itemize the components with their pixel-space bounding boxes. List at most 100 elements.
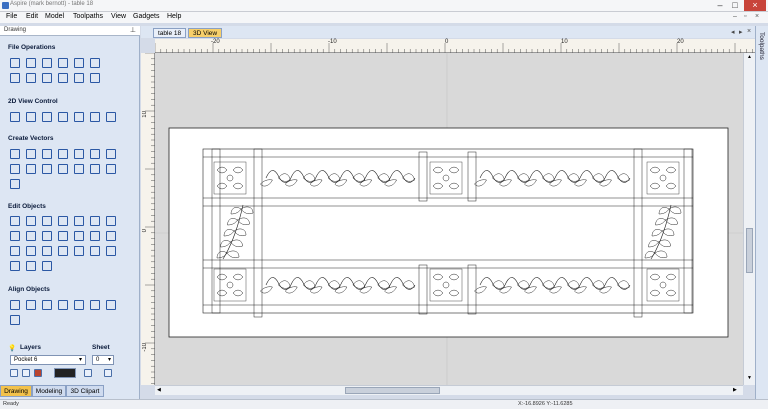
spread-horizontal-icon[interactable] [106,300,116,310]
tab-scroll-left-icon[interactable]: ◂ [731,28,735,36]
close-button[interactable]: × [744,0,766,11]
select-icon[interactable] [10,216,20,226]
copy-icon[interactable] [42,73,52,83]
fillet-icon[interactable] [90,164,100,174]
zoom-selected-icon[interactable] [58,112,68,122]
group-icon[interactable] [106,216,116,226]
layer-manager-icon[interactable] [84,369,92,377]
draw-ellipse-icon[interactable] [26,149,36,159]
minimize-button[interactable]: – [713,0,727,11]
draw-line-icon[interactable] [10,179,20,189]
subtract-icon[interactable] [74,231,84,241]
copy-along-icon[interactable] [26,246,36,256]
align-bottom-icon[interactable] [90,300,100,310]
mirror-vector-icon[interactable] [26,261,36,271]
menu-view[interactable]: View [111,13,126,20]
array-icon[interactable] [42,246,52,256]
scroll-right-icon[interactable]: ▶ [733,387,737,393]
cut-at-icon[interactable] [106,246,116,256]
pin-icon[interactable]: ⊥ [130,26,136,34]
layer-dropdown[interactable]: Pocket 6 ▾ [10,355,86,365]
vertical-scrollbar[interactable]: ▲ ▼ [743,53,755,385]
tab-close-icon[interactable]: × [747,28,751,35]
vertical-scroll-thumb[interactable] [746,228,753,273]
menu-toolpaths[interactable]: Toolpaths [73,13,103,20]
draw-arc-icon[interactable] [90,149,100,159]
draw-curve-icon[interactable] [58,149,68,159]
inlay-icon[interactable] [106,164,116,174]
scroll-up-icon[interactable]: ▲ [747,54,752,60]
tab-3d-clipart[interactable]: 3D Clipart [66,385,104,397]
ungroup-icon[interactable] [10,231,20,241]
tab-modeling[interactable]: Modeling [32,385,66,397]
layer-color-icon[interactable] [34,369,42,377]
menu-edit[interactable]: Edit [26,13,38,20]
cut-icon[interactable] [26,73,36,83]
offset-icon[interactable] [42,231,52,241]
weld-close-icon[interactable] [58,246,68,256]
spread-vertical-icon[interactable] [10,315,20,325]
undo-icon[interactable] [74,73,84,83]
toolpaths-tab[interactable]: Toolpaths [758,32,765,60]
layer-visibility-icon[interactable] [10,369,18,377]
dimension-icon[interactable] [74,164,84,174]
tab-scroll-right-icon[interactable]: ▸ [739,28,743,36]
scroll-left-icon[interactable]: ◀ [157,387,161,393]
menu-model[interactable]: Model [45,13,64,20]
tab-3d-view[interactable]: 3D View [188,28,223,38]
horizontal-scrollbar[interactable]: ◀ ▶ [155,385,743,395]
mdi-close-icon[interactable]: × [755,13,759,20]
scroll-down-icon[interactable]: ▼ [747,375,752,381]
weld-icon[interactable] [58,231,68,241]
align-right-icon[interactable] [42,300,52,310]
mdi-restore-icon[interactable]: ▫ [744,13,746,20]
import-file-icon[interactable] [74,58,84,68]
pan-icon[interactable] [10,112,20,122]
mdi-minimize-icon[interactable]: – [733,13,737,20]
tab-table-18[interactable]: table 18 [153,28,187,38]
draw-star-icon[interactable] [10,164,20,174]
save-file-icon[interactable] [42,58,52,68]
redo-icon[interactable] [90,73,100,83]
menu-help[interactable]: Help [167,13,181,20]
measure-icon[interactable] [74,216,84,226]
save-as-file-icon[interactable] [58,58,68,68]
tab-drawing[interactable]: Drawing [0,385,32,397]
align-top-icon[interactable] [58,300,68,310]
draw-polygon-icon[interactable] [106,149,116,159]
new-file-icon[interactable] [10,58,20,68]
intersect-icon[interactable] [90,231,100,241]
align-middle-icon[interactable] [74,300,84,310]
open-file-icon[interactable] [26,58,36,68]
horizontal-scroll-thumb[interactable] [345,387,440,394]
align-left-icon[interactable] [10,300,20,310]
distort-icon[interactable] [42,261,52,271]
join-icon[interactable] [26,231,36,241]
draw-circle-icon[interactable] [10,149,20,159]
auto-layout-text-icon[interactable] [58,164,68,174]
align-nodes-icon[interactable] [58,216,68,226]
layer-color-dropdown[interactable] [54,368,76,378]
maximize-button[interactable]: □ [728,0,742,11]
toggle-layers-icon[interactable] [106,112,116,122]
drawing-canvas[interactable] [155,53,743,385]
toolpaths-sidebar[interactable]: Toolpaths [755,26,768,399]
layer-lock-icon[interactable] [22,369,30,377]
move-icon[interactable] [10,246,20,256]
sheet-dropdown[interactable]: 0 ▾ [92,355,114,365]
break-icon[interactable] [10,261,20,271]
align-center-icon[interactable] [26,300,36,310]
menu-file[interactable]: File [6,13,17,20]
zoom-fit-icon[interactable] [42,112,52,122]
text-on-curve-icon[interactable] [42,164,52,174]
sheet-manager-icon[interactable] [104,369,112,377]
draw-rectangle-icon[interactable] [42,149,52,159]
view-3d-icon[interactable] [90,112,100,122]
transform-icon[interactable] [42,216,52,226]
extend-icon[interactable] [90,246,100,256]
smooth-icon[interactable] [74,246,84,256]
draw-text-icon[interactable] [26,164,36,174]
mirror-icon[interactable] [106,231,116,241]
paste-icon[interactable] [58,73,68,83]
draw-polyline-icon[interactable] [74,149,84,159]
